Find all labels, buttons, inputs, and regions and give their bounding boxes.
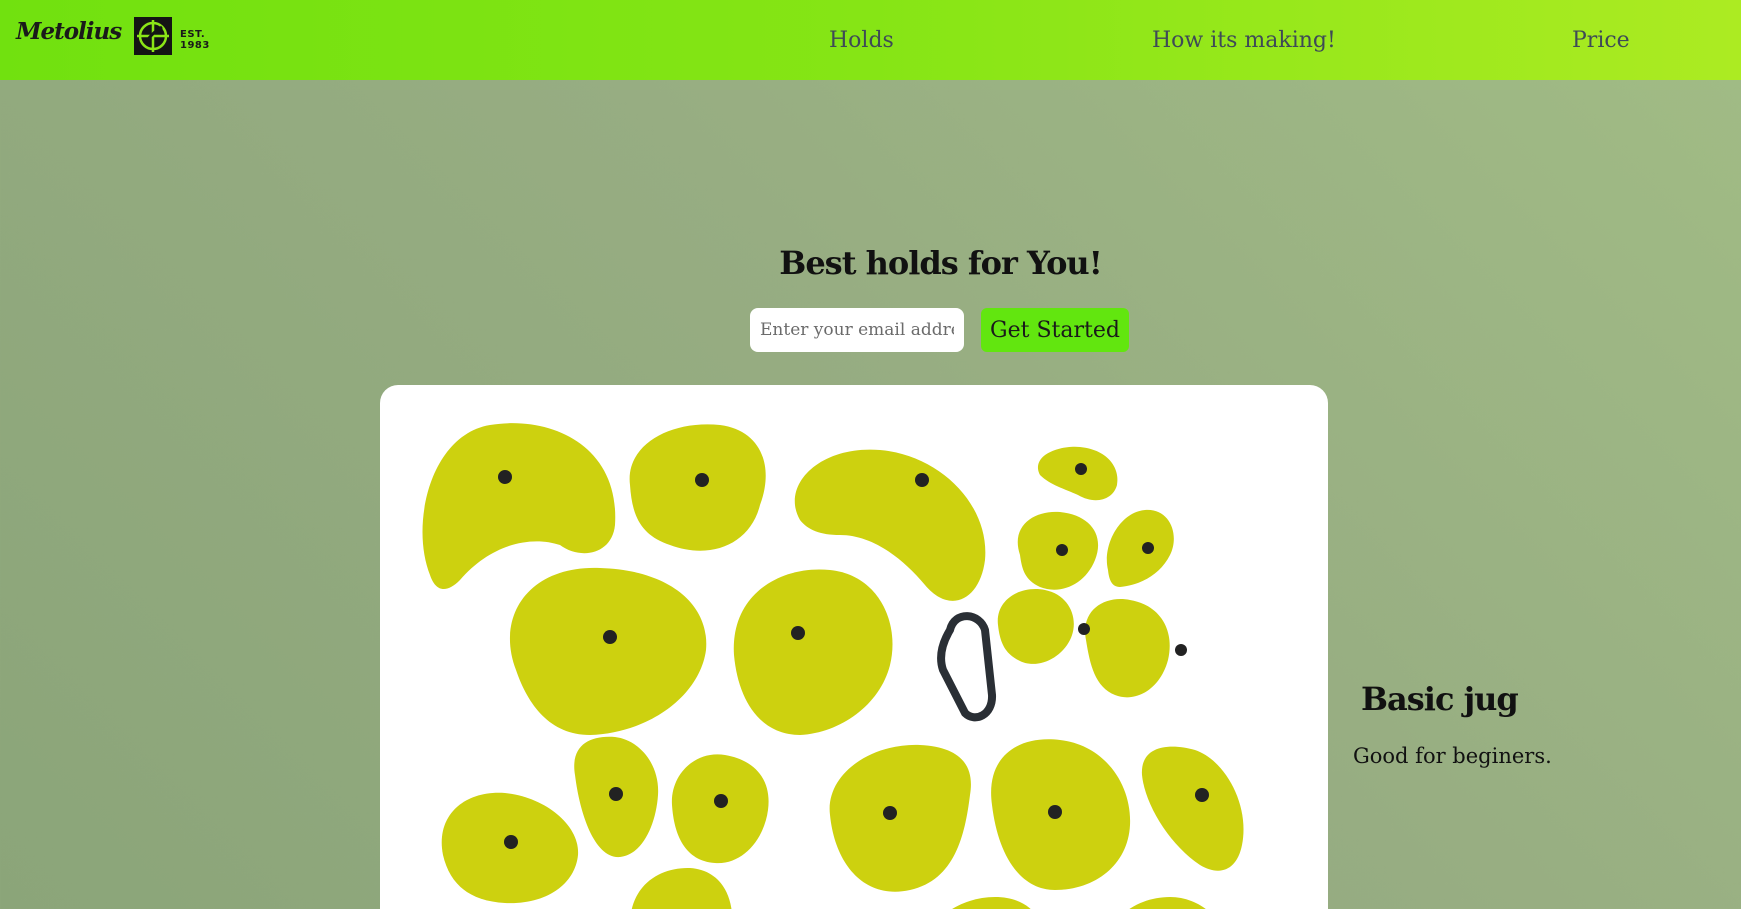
product-image-card <box>380 385 1328 909</box>
brand-logo-wordmark: Metolius <box>16 18 122 45</box>
brand-logo[interactable]: Metolius EST. 1983 <box>16 14 226 58</box>
email-input[interactable] <box>750 308 964 352</box>
hero-title: Best holds for You! <box>779 244 1102 282</box>
top-navigation-bar: Metolius EST. 1983 Holds How its making!… <box>0 0 1741 80</box>
nav-link-holds[interactable]: Holds <box>829 28 894 53</box>
brand-emblem-icon <box>134 17 172 55</box>
product-description: Good for beginers. <box>1353 744 1552 768</box>
product-name: Basic jug <box>1361 680 1519 718</box>
get-started-button[interactable]: Get Started <box>981 308 1129 352</box>
climbing-holds-photo-icon <box>422 423 1244 909</box>
brand-established: EST. 1983 <box>180 29 210 51</box>
nav-link-how-its-making[interactable]: How its making! <box>1152 28 1336 53</box>
nav-link-price[interactable]: Price <box>1572 28 1630 53</box>
